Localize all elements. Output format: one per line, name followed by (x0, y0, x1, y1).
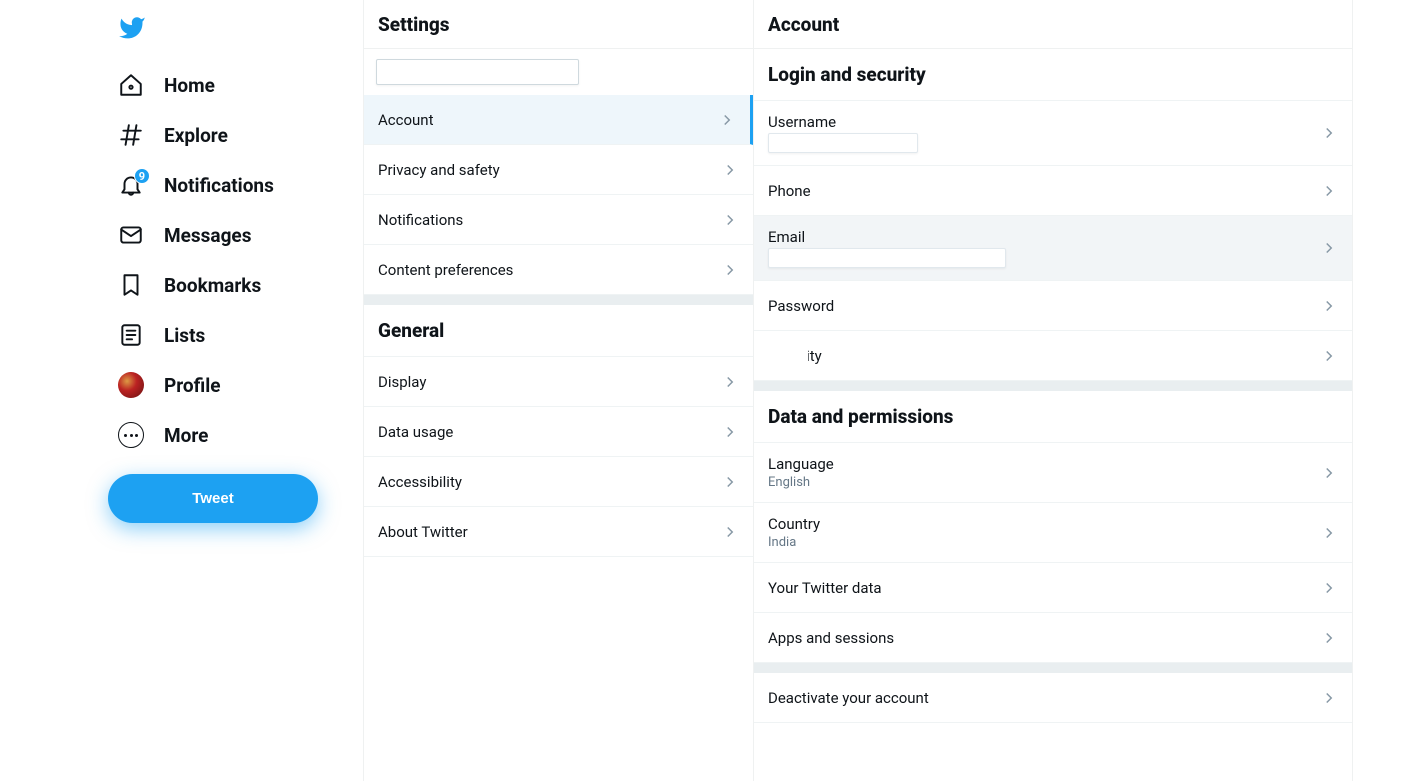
account-row-deactivate-your-account[interactable]: Deactivate your account (754, 673, 1352, 723)
account-row-country[interactable]: Country India (754, 503, 1352, 563)
chevron-right-icon (1320, 239, 1338, 257)
settings-search-row (364, 49, 753, 95)
chevron-right-icon (721, 423, 739, 441)
nav-label: Profile (164, 374, 221, 397)
settings-row-label: Content preferences (378, 261, 513, 279)
settings-header: Settings (364, 0, 753, 49)
account-row-security[interactable]: Security (754, 331, 1352, 381)
tweet-button[interactable]: Tweet (108, 474, 318, 523)
settings-row-accessibility[interactable]: Accessibility (364, 457, 753, 507)
chevron-right-icon (721, 161, 739, 179)
account-section-title: Data and permissions (754, 391, 1352, 443)
settings-row-about-twitter[interactable]: About Twitter (364, 507, 753, 557)
masked-value (768, 248, 1006, 268)
chevron-right-icon (721, 473, 739, 491)
account-row-phone[interactable]: Phone (754, 166, 1352, 216)
chevron-right-icon (1320, 124, 1338, 142)
bookmark-icon (118, 272, 144, 298)
nav-label: Bookmarks (164, 274, 261, 297)
account-row-label: Language (768, 455, 834, 473)
account-row-label: Your Twitter data (768, 579, 882, 597)
account-row-your-twitter-data[interactable]: Your Twitter data (754, 563, 1352, 613)
nav-label: Messages (164, 224, 251, 247)
chevron-right-icon (1320, 182, 1338, 200)
settings-row-data-usage[interactable]: Data usage (364, 407, 753, 457)
chevron-right-icon (718, 111, 736, 129)
nav-item-profile[interactable]: Profile (108, 360, 363, 410)
nav-label: Lists (164, 324, 205, 347)
account-row-label: Apps and sessions (768, 629, 894, 647)
nav-label: Home (164, 74, 215, 97)
settings-row-privacy-and-safety[interactable]: Privacy and safety (364, 145, 753, 195)
chevron-right-icon (721, 373, 739, 391)
chevron-right-icon (1320, 689, 1338, 707)
account-row-sublabel: English (768, 475, 834, 490)
more-icon (118, 422, 144, 448)
account-column: Account Login and security Username Phone E… (753, 0, 1353, 781)
settings-row-notifications[interactable]: Notifications (364, 195, 753, 245)
settings-section-title: General (364, 305, 753, 357)
settings-column: Settings Account Privacy and safety Notifi… (363, 0, 753, 781)
chevron-right-icon (1320, 629, 1338, 647)
mail-icon (118, 222, 144, 248)
nav-label: Notifications (164, 174, 274, 197)
account-row-label: Security (768, 347, 822, 365)
account-header: Account (754, 0, 1352, 49)
settings-row-content-preferences[interactable]: Content preferences (364, 245, 753, 295)
settings-row-label: Notifications (378, 211, 463, 229)
nav-item-messages[interactable]: Messages (108, 210, 363, 260)
chevron-right-icon (1320, 579, 1338, 597)
nav-item-home[interactable]: Home (108, 60, 363, 110)
settings-row-account[interactable]: Account (364, 95, 753, 145)
chevron-right-icon (721, 261, 739, 279)
chevron-right-icon (1320, 297, 1338, 315)
settings-search-input[interactable] (376, 59, 579, 85)
chevron-right-icon (721, 523, 739, 541)
account-row-label: Phone (768, 182, 811, 200)
chevron-right-icon (721, 211, 739, 229)
account-row-label: Email (768, 228, 1006, 246)
account-row-password[interactable]: Password (754, 281, 1352, 331)
nav-item-more[interactable]: More (108, 410, 363, 460)
nav-item-notifications[interactable]: 9 Notifications (108, 160, 363, 210)
logo-container[interactable] (108, 8, 363, 60)
account-row-label: Password (768, 297, 834, 315)
account-row-label: Country (768, 515, 820, 533)
nav-item-explore[interactable]: Explore (108, 110, 363, 160)
settings-row-label: Data usage (378, 423, 453, 441)
notification-badge: 9 (134, 168, 150, 184)
account-row-label: Deactivate your account (768, 689, 929, 707)
account-row-email[interactable]: Email (754, 216, 1352, 281)
section-divider (754, 663, 1352, 673)
section-divider (754, 381, 1352, 391)
explore-icon (118, 122, 144, 148)
section-divider (364, 295, 753, 305)
list-icon (118, 322, 144, 348)
sidebar-nav: Home Explore 9 Notifications Messages Bookmar… (0, 0, 363, 781)
account-row-sublabel: India (768, 535, 820, 550)
home-icon (118, 72, 144, 98)
nav-label: Explore (164, 124, 228, 147)
masked-value (768, 133, 918, 153)
avatar (118, 372, 144, 398)
nav-item-bookmarks[interactable]: Bookmarks (108, 260, 363, 310)
chevron-right-icon (1320, 347, 1338, 365)
settings-row-display[interactable]: Display (364, 357, 753, 407)
settings-row-label: Account (378, 111, 434, 129)
nav-item-lists[interactable]: Lists (108, 310, 363, 360)
settings-row-label: Display (378, 373, 426, 391)
nav-label: More (164, 424, 208, 447)
account-row-language[interactable]: Language English (754, 443, 1352, 503)
account-row-label: Username (768, 113, 918, 131)
settings-row-label: Privacy and safety (378, 161, 500, 179)
settings-row-label: Accessibility (378, 473, 462, 491)
twitter-logo-icon (118, 14, 146, 42)
chevron-right-icon (1320, 464, 1338, 482)
account-row-apps-and-sessions[interactable]: Apps and sessions (754, 613, 1352, 663)
account-row-username[interactable]: Username (754, 101, 1352, 166)
chevron-right-icon (1320, 524, 1338, 542)
settings-row-label: About Twitter (378, 523, 468, 541)
account-section-title: Login and security (754, 49, 1352, 101)
